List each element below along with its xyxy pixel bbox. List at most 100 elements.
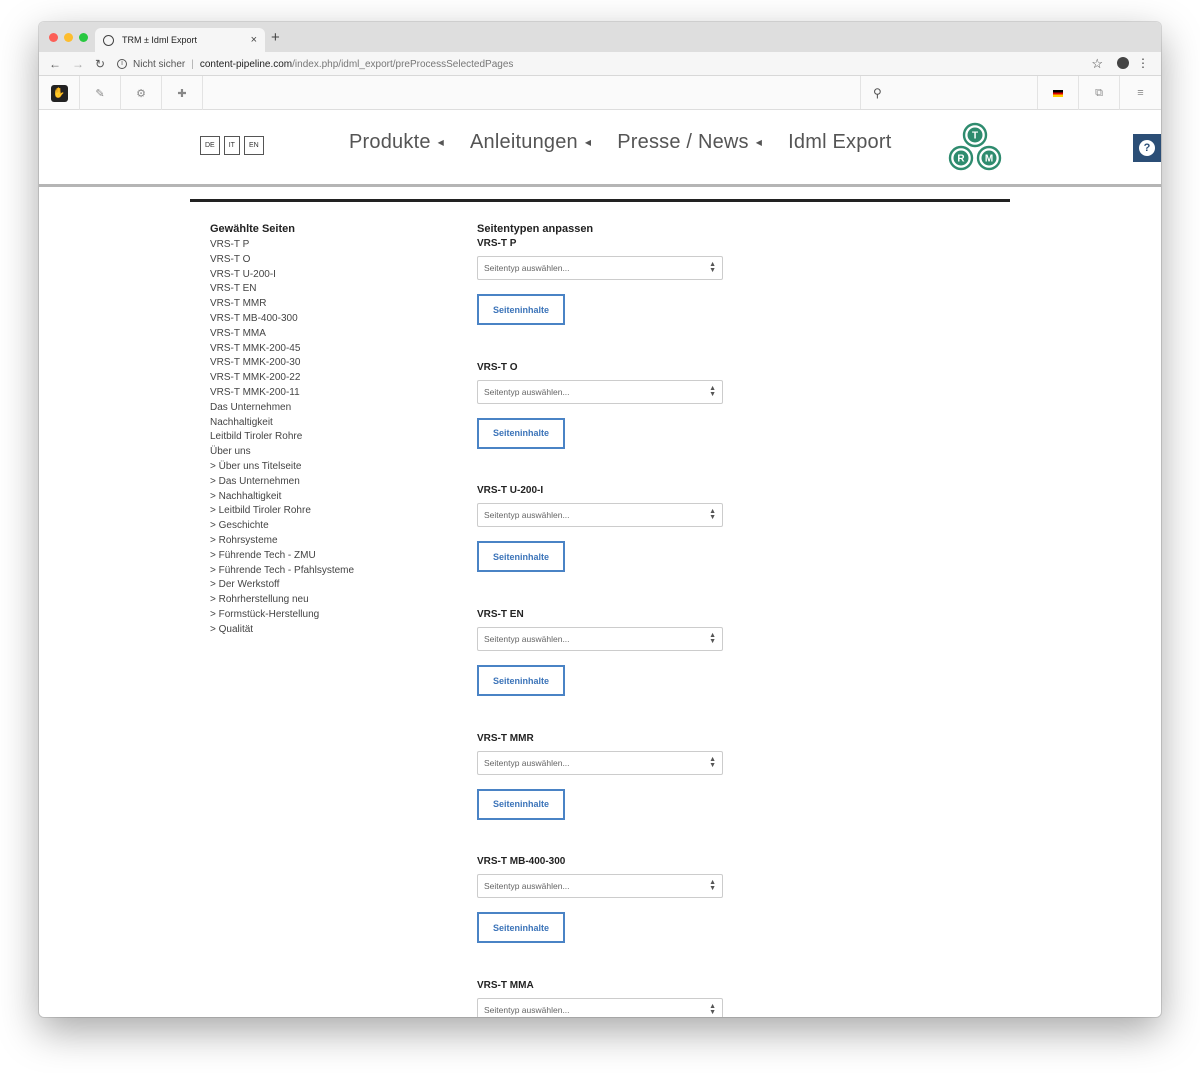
selected-page-item: > Rohrsysteme xyxy=(210,534,278,546)
select-arrows-icon: ▲ ▼ xyxy=(709,261,716,274)
page-type-select-value: Seitentyp auswählen... xyxy=(484,634,570,645)
close-tab-icon[interactable]: × xyxy=(251,34,257,46)
copy-icon: ⧉ xyxy=(1095,86,1103,99)
url-field[interactable]: i Nicht sicher | content-pipeline.com /i… xyxy=(117,55,1077,73)
select-arrows-icon: ▲ ▼ xyxy=(709,384,716,398)
page-contents-button[interactable]: Seiteninhalte xyxy=(477,294,565,325)
logo-letter-r: R xyxy=(957,154,965,165)
selected-page-item: VRS-T MMK-200-22 xyxy=(210,372,301,384)
pencil-icon: ✎ xyxy=(95,87,105,100)
back-arrow-icon[interactable]: ← xyxy=(49,57,61,71)
page-type-section: VRS-T MMASeitentyp auswählen...▲▼Seiteni… xyxy=(477,979,737,1017)
page-type-select[interactable]: Seitentyp auswählen... ▲ ▼ xyxy=(477,750,723,775)
lang-en-button[interactable]: EN xyxy=(243,136,264,155)
selected-page-item: Nachhaltigkeit xyxy=(210,416,273,428)
close-window-button[interactable] xyxy=(49,33,58,42)
new-tab-button[interactable]: + xyxy=(271,29,280,46)
nav-presse-news[interactable]: Presse / News ◀ xyxy=(617,131,762,154)
selected-page-item: > Führende Tech - ZMU xyxy=(210,549,316,561)
page-type-select-value: Seitentyp auswählen... xyxy=(484,510,570,521)
selected-page-item: VRS-T EN xyxy=(210,283,257,295)
maximize-window-button[interactable] xyxy=(79,33,88,42)
info-icon[interactable]: i xyxy=(117,59,127,69)
page-type-select[interactable]: Seitentyp auswählen... ▲ ▼ xyxy=(477,998,723,1017)
language-flag-button[interactable] xyxy=(1038,76,1079,110)
cms-search-field[interactable]: ⚲ xyxy=(861,76,1038,109)
address-bar: ← → ↻ i Nicht sicher | content-pipeline.… xyxy=(39,52,1161,76)
sitemap-button[interactable]: ⧉ xyxy=(1079,76,1120,110)
trm-logo[interactable]: T R M xyxy=(947,122,1003,172)
selected-page-item: > Das Unternehmen xyxy=(210,475,300,487)
page-type-title: VRS-T P xyxy=(477,238,517,249)
selected-page-item: > Rohrherstellung neu xyxy=(210,594,309,606)
page-type-select-value: Seitentyp auswählen... xyxy=(484,757,570,768)
page-type-select[interactable]: Seitentyp auswählen... ▲ ▼ xyxy=(477,874,723,899)
reload-icon[interactable]: ↻ xyxy=(95,57,105,71)
page-type-select[interactable]: Seitentyp auswählen... ▲ ▼ xyxy=(477,627,723,652)
page-types-panel: Seitentypen anpassen VRS-T P Seitentyp au… xyxy=(477,223,737,1017)
bookmark-star-icon[interactable]: ☆ xyxy=(1091,56,1103,72)
page-type-select[interactable]: Seitentyp auswählen... ▲ ▼ xyxy=(477,503,723,528)
nav-presse-news-label: Presse / News xyxy=(617,131,749,153)
plus-icon: ✚ xyxy=(177,87,187,100)
globe-icon xyxy=(103,34,114,46)
select-arrows-icon: ▲ ▼ xyxy=(709,1003,716,1017)
gear-icon: ⚙ xyxy=(136,87,146,100)
selected-page-item: VRS-T P xyxy=(210,239,250,250)
nav-idml-export[interactable]: Idml Export xyxy=(788,131,891,154)
sliders-icon: ≡ xyxy=(1137,87,1144,99)
selected-page-item: > Über uns Titelseite xyxy=(210,460,302,472)
nav-anleitungen-label: Anleitungen xyxy=(470,131,578,153)
tab-strip: TRM ± Idml Export × + xyxy=(39,22,1161,52)
options-button[interactable]: ≡ xyxy=(1120,76,1161,110)
minimize-window-button[interactable] xyxy=(64,33,73,42)
page-type-select-value: Seitentyp auswählen... xyxy=(484,881,570,892)
selected-page-item: > Der Werkstoff xyxy=(210,579,280,591)
help-button[interactable]: ? xyxy=(1133,134,1161,162)
settings-button[interactable]: ⚙ xyxy=(121,76,162,110)
nav-produkte-label: Produkte xyxy=(349,131,431,153)
cms-logo-button[interactable]: ✋ xyxy=(39,76,80,110)
page-type-title: VRS-T O xyxy=(477,361,518,373)
page-type-select[interactable]: Seitentyp auswählen... ▲ ▼ xyxy=(477,379,723,404)
site-header: DE IT EN Produkte ◀ Anleitungen ◀ Presse… xyxy=(39,110,1161,187)
caret-left-icon: ◀ xyxy=(584,138,592,147)
language-switcher: DE IT EN xyxy=(200,136,264,155)
lang-it-button[interactable]: IT xyxy=(223,136,240,155)
select-arrows-icon: ▲ ▼ xyxy=(709,879,716,893)
url-path: /index.php/idml_export/preProcessSelecte… xyxy=(292,58,514,70)
page-type-select[interactable]: Seitentyp auswählen... ▲ ▼ xyxy=(477,256,723,280)
page-contents-button[interactable]: Seiteninhalte xyxy=(477,665,565,697)
selected-page-item: > Qualität xyxy=(210,623,254,635)
lang-de-button[interactable]: DE xyxy=(200,136,220,155)
select-arrows-icon: ▲ ▼ xyxy=(709,508,716,522)
select-arrows-icon: ▲ ▼ xyxy=(709,755,716,769)
page-contents-button[interactable]: Seiteninhalte xyxy=(477,541,565,573)
browser-menu-icon[interactable]: ⋮ xyxy=(1137,56,1149,70)
profile-icon[interactable] xyxy=(1117,57,1129,69)
page-types-heading: Seitentypen anpassen xyxy=(477,223,594,235)
help-icon: ? xyxy=(1139,140,1155,156)
edit-button[interactable]: ✎ xyxy=(80,76,121,110)
add-button[interactable]: ✚ xyxy=(162,76,203,110)
browser-tab[interactable]: TRM ± Idml Export × xyxy=(95,28,265,52)
page-contents-button[interactable]: Seiteninhalte xyxy=(477,788,565,820)
selected-page-item: VRS-T MB-400-300 xyxy=(210,312,298,324)
page-contents-button[interactable]: Seiteninhalte xyxy=(477,417,565,449)
selected-pages-panel: Gewählte Seiten VRS-T P VRS-T O VRS-T U-20… xyxy=(210,223,460,638)
page-type-section: VRS-T MMR Seitentyp auswählen... ▲ ▼ Seiteni… xyxy=(477,732,737,856)
tab-title: TRM ± Idml Export xyxy=(122,35,197,45)
search-icon: ⚲ xyxy=(873,85,882,100)
forward-arrow-icon[interactable]: → xyxy=(72,57,84,71)
page-type-sections: VRS-T P Seitentyp auswählen... ▲ ▼ Seiteninh… xyxy=(477,237,737,1017)
nav-anleitungen[interactable]: Anleitungen ◀ xyxy=(470,131,591,154)
selected-pages-list: VRS-T P VRS-T O VRS-T U-200-I VRS-T EN VRS-T… xyxy=(210,238,460,638)
page-type-select-value: Seitentyp auswählen... xyxy=(484,263,570,273)
page-type-section: VRS-T MB-400-300 Seitentyp auswählen... ▲ ▼… xyxy=(477,855,737,979)
german-flag-icon xyxy=(1053,89,1063,97)
page-contents-button[interactable]: Seiteninhalte xyxy=(477,912,565,944)
page-type-title: VRS-T MMA xyxy=(477,980,534,992)
selected-page-item: > Leitbild Tiroler Rohre xyxy=(210,505,311,517)
nav-produkte[interactable]: Produkte ◀ xyxy=(349,131,444,154)
selected-page-item: > Geschichte xyxy=(210,520,269,532)
